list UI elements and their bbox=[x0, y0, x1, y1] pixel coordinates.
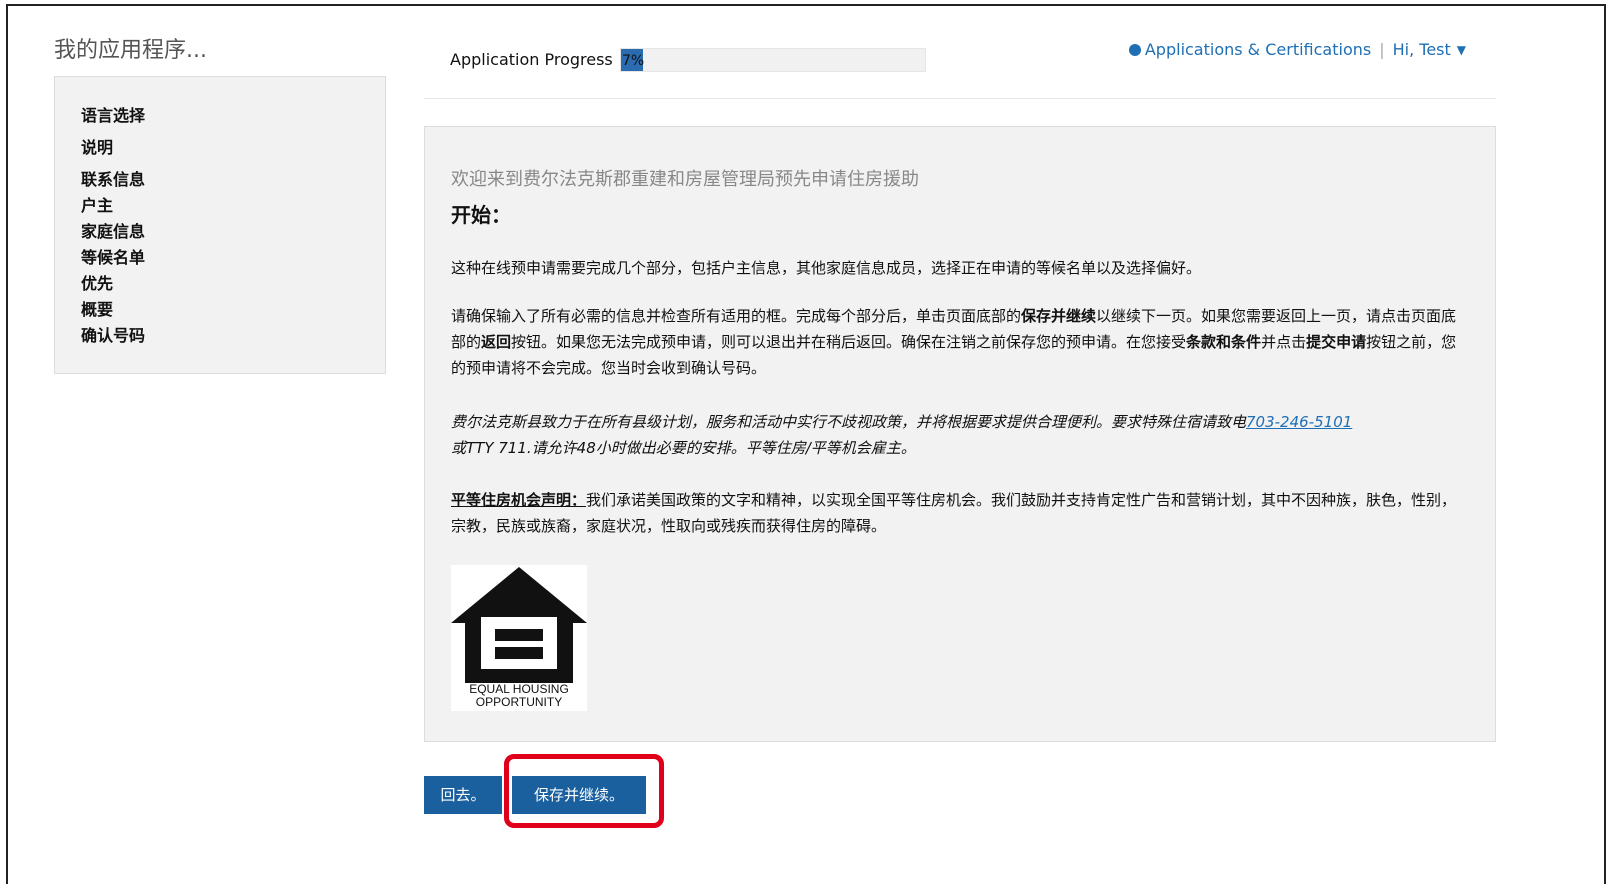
sidebar-item-summary[interactable]: 概要 bbox=[81, 297, 385, 323]
sidebar-item-confirmation[interactable]: 确认号码 bbox=[81, 323, 385, 349]
fair-housing-statement: 平等住房机会声明：我们承诺美国政策的文字和精神，以实现全国平等住房机会。我们鼓励… bbox=[451, 491, 1457, 535]
nav-divider: | bbox=[1379, 40, 1385, 59]
welcome-text: 欢迎来到费尔法克斯郡重建和房屋管理局预先申请住房援助 bbox=[451, 169, 919, 190]
sidebar-item-household[interactable]: 家庭信息 bbox=[81, 219, 385, 245]
start-heading: 开始： bbox=[451, 203, 511, 227]
progress-label: Application Progress bbox=[450, 50, 613, 69]
progress-fill: 7% bbox=[621, 49, 644, 71]
top-nav: Applications & Certifications | Hi, Test… bbox=[1128, 40, 1466, 59]
divider bbox=[424, 98, 1496, 99]
gear-icon bbox=[1128, 43, 1141, 56]
sidebar-title: 我的应用程序... bbox=[54, 38, 207, 63]
sidebar-nav: 语言选择 说明 联系信息 户主 家庭信息 等候名单 优先 概要 确认号码 bbox=[54, 76, 386, 374]
sidebar-item-head-of-household[interactable]: 户主 bbox=[81, 193, 385, 219]
sidebar-item-waitlist[interactable]: 等候名单 bbox=[81, 245, 385, 271]
phone-link[interactable]: 703-246-5101 bbox=[1246, 413, 1352, 431]
sidebar-item-preferences[interactable]: 优先 bbox=[81, 271, 385, 297]
sidebar-item-language[interactable]: 语言选择 bbox=[81, 103, 385, 129]
back-button[interactable]: 回去。 bbox=[424, 776, 502, 814]
intro-paragraph: 这种在线预申请需要完成几个部分，包括户主信息，其他家庭信息成员，选择正在申请的等… bbox=[451, 259, 1202, 277]
equal-housing-logo: EQUAL HOUSING OPPORTUNITY bbox=[451, 565, 587, 711]
fair-housing-title: 平等住房机会声明： bbox=[451, 491, 587, 509]
caret-down-icon[interactable]: ▼ bbox=[1457, 43, 1466, 57]
sidebar-item-instructions[interactable]: 说明 bbox=[81, 135, 385, 161]
accessibility-paragraph: 费尔法克斯县致力于在所有县级计划，服务和活动中实行不歧视政策，并将根据要求提供合… bbox=[451, 413, 1353, 457]
house-icon bbox=[451, 567, 587, 683]
sidebar-item-contact[interactable]: 联系信息 bbox=[81, 167, 385, 193]
instructions-paragraph: 请确保输入了所有必需的信息并检查所有适用的框。完成每个部分后，单击页面底部的保存… bbox=[451, 307, 1457, 377]
progress-bar: 7% bbox=[620, 48, 926, 72]
applications-link[interactable]: Applications & Certifications bbox=[1145, 40, 1371, 59]
user-menu[interactable]: Hi, Test bbox=[1393, 40, 1451, 59]
intro-panel: 欢迎来到费尔法克斯郡重建和房屋管理局预先申请住房援助 开始： 这种在线预申请需要… bbox=[424, 126, 1496, 742]
highlight-annotation bbox=[504, 754, 664, 828]
